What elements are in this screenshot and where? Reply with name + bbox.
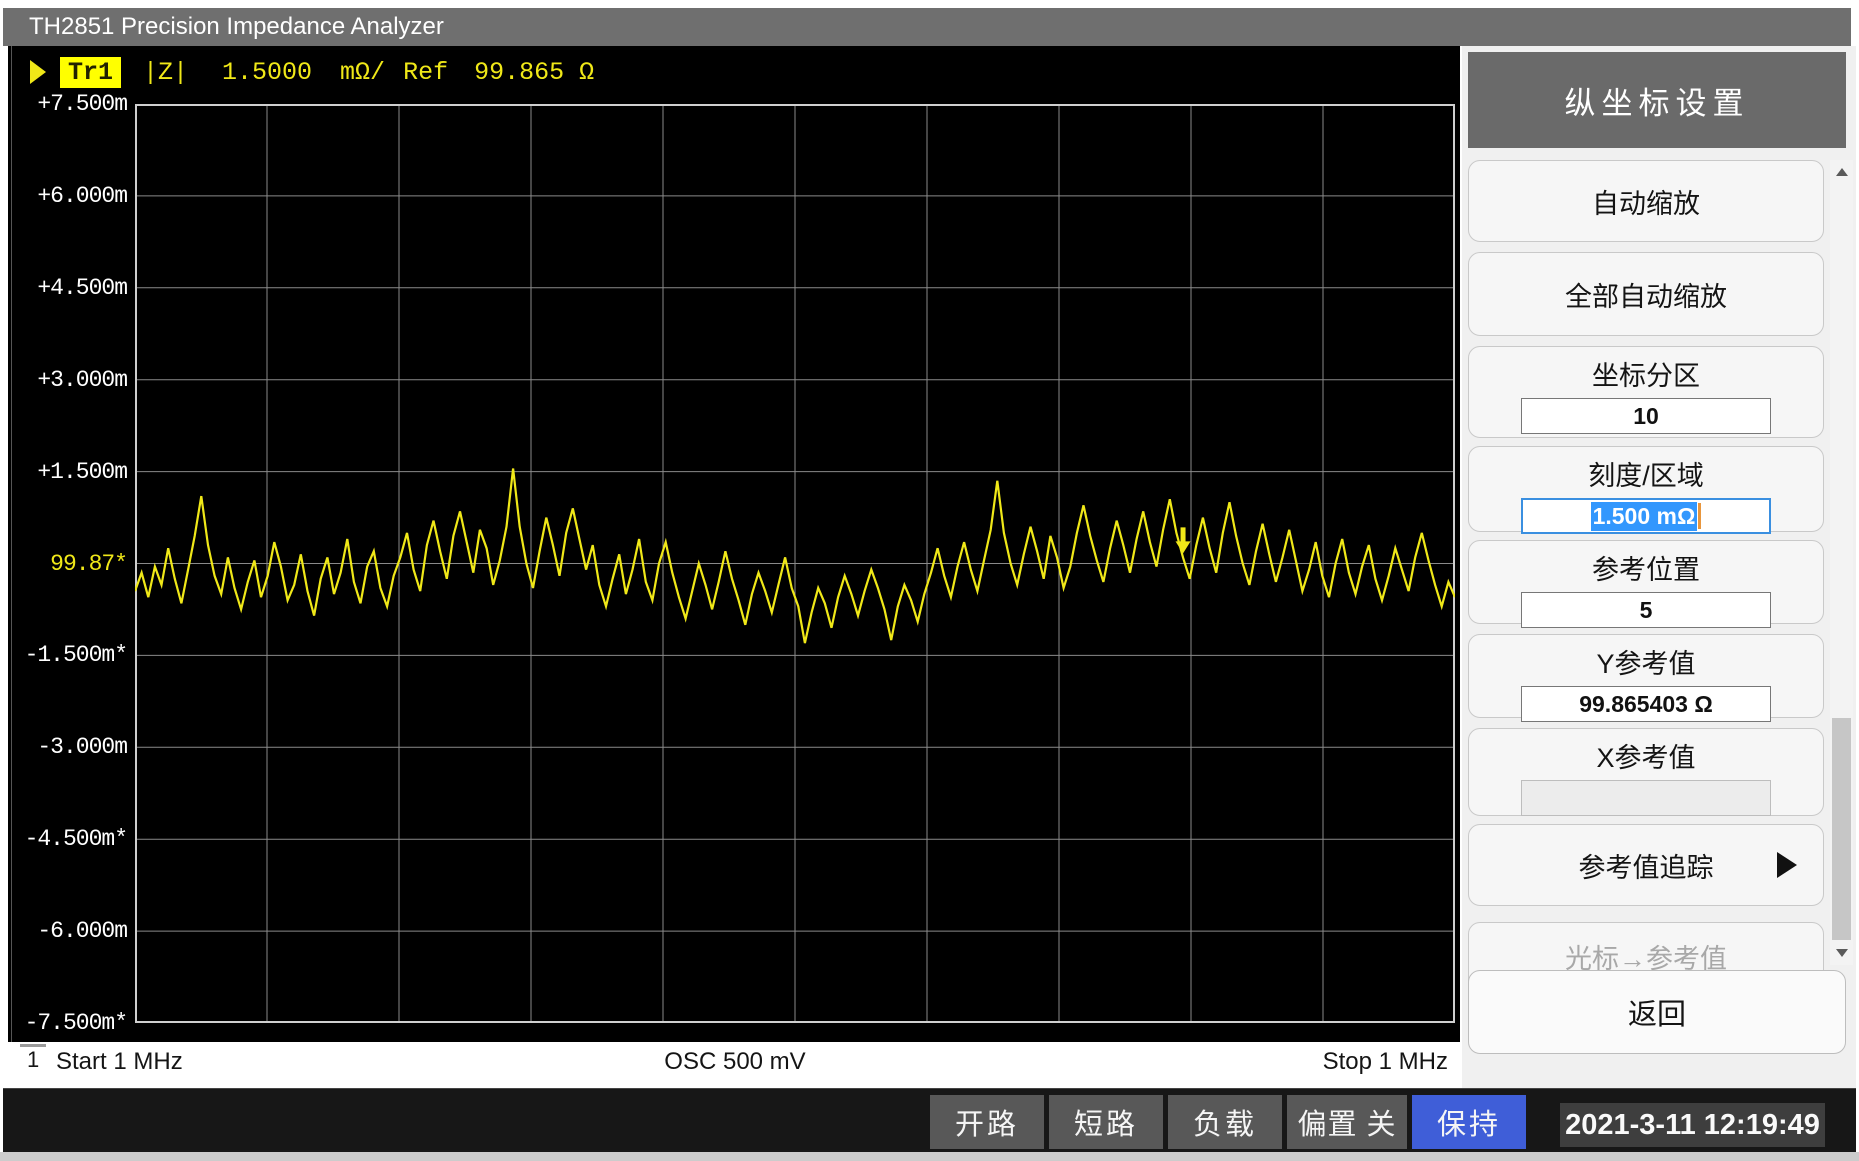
scale-per-div-section[interactable]: 刻度/区域 1.500 mΩ: [1468, 446, 1824, 532]
y-axis-label: +7.500m: [37, 91, 127, 117]
reference-position-label: 参考位置: [1469, 548, 1823, 587]
load-correction-button[interactable]: 负载: [1168, 1095, 1282, 1149]
y-reference-section[interactable]: Y参考值 99.865403 Ω: [1468, 634, 1824, 718]
divisions-input[interactable]: 10: [1521, 398, 1771, 434]
trace-scale-value: 1.5000: [222, 58, 312, 87]
y-axis-label: +3.000m: [37, 367, 127, 393]
status-softkey-bar: 开路 短路 负载 偏置 关 保持 2021-3-11 12:19:49: [3, 1088, 1856, 1152]
trace-ref-label: Ref: [403, 58, 448, 87]
plot-area: [135, 104, 1455, 1023]
window-title: TH2851 Precision Impedance Analyzer: [29, 13, 444, 41]
sweep-info-strip: 1 OSC 500 mV Start 1 MHz Stop 1 MHz: [12, 1042, 1458, 1086]
y-axis-label: -3.000m: [37, 734, 127, 760]
reference-position-section[interactable]: 参考位置 5: [1468, 540, 1824, 624]
divisions-label: 坐标分区: [1469, 354, 1823, 393]
trace-header: Tr1 |Z| 1.5000 mΩ/ Ref 99.865 Ω: [30, 54, 594, 90]
back-button[interactable]: 返回: [1468, 970, 1846, 1054]
divisions-section[interactable]: 坐标分区 10: [1468, 346, 1824, 438]
autoscale-button[interactable]: 自动缩放: [1468, 160, 1824, 242]
submenu-arrow-icon: [1777, 852, 1797, 878]
autoscale-all-button[interactable]: 全部自动缩放: [1468, 252, 1824, 336]
y-axis-label: +4.500m: [37, 275, 127, 301]
reference-tracking-button[interactable]: 参考值追踪: [1468, 824, 1824, 906]
y-axis-labels: +7.500m+6.000m+4.500m+3.000m+1.500m99.87…: [8, 104, 129, 1023]
sidebar-title: 纵坐标设置: [1468, 52, 1846, 148]
instrument-screen: TH2851 Precision Impedance Analyzer Tr1 …: [0, 0, 1859, 1161]
short-correction-button[interactable]: 短路: [1049, 1095, 1163, 1149]
scale-per-div-input[interactable]: 1.500 mΩ: [1521, 498, 1771, 534]
reference-position-input[interactable]: 5: [1521, 592, 1771, 628]
hold-button[interactable]: 保持: [1412, 1095, 1526, 1149]
window-title-bar: TH2851 Precision Impedance Analyzer: [3, 8, 1851, 46]
scale-per-div-label: 刻度/区域: [1469, 454, 1823, 493]
scrollbar-thumb[interactable]: [1832, 718, 1851, 940]
sidebar-scrollbar[interactable]: [1830, 160, 1853, 965]
y-reference-label: Y参考值: [1469, 642, 1823, 681]
y-axis-label: +6.000m: [37, 183, 127, 209]
y-reference-input[interactable]: 99.865403 Ω: [1521, 686, 1771, 722]
datetime-display: 2021-3-11 12:19:49: [1560, 1103, 1825, 1147]
y-axis-label: -6.000m: [37, 918, 127, 944]
text-caret: [1698, 503, 1701, 529]
bias-off-button[interactable]: 偏置 关: [1287, 1095, 1407, 1149]
y-axis-label: -7.500m*: [25, 1010, 127, 1036]
y-axis-label: -1.500m*: [25, 642, 127, 668]
x-reference-section[interactable]: X参考值: [1468, 728, 1824, 816]
stop-frequency-label: Stop 1 MHz: [1323, 1048, 1448, 1076]
trace-parameter: |Z|: [143, 58, 188, 87]
trace-scale-unit: mΩ/: [340, 58, 385, 87]
bottom-edge-strip: [0, 1152, 1859, 1161]
start-frequency-label: Start 1 MHz: [56, 1048, 183, 1076]
y-axis-label: +1.500m: [37, 459, 127, 485]
x-reference-label: X参考值: [1469, 736, 1823, 775]
active-trace-arrow-icon: [30, 60, 46, 84]
x-reference-input[interactable]: [1521, 780, 1771, 816]
scroll-down-icon[interactable]: [1830, 941, 1853, 965]
softkey-sidebar: 纵坐标设置 自动缩放 全部自动缩放 坐标分区 10 刻度/区域 1.500 mΩ…: [1462, 46, 1856, 1088]
y-axis-label: 99.87*: [50, 551, 127, 577]
open-correction-button[interactable]: 开路: [930, 1095, 1044, 1149]
impedance-plot: [135, 104, 1455, 1023]
y-axis-label: -4.500m*: [25, 826, 127, 852]
scroll-up-icon[interactable]: [1830, 160, 1853, 184]
trace-ref-value: 99.865 Ω: [474, 58, 594, 87]
chart-panel: Tr1 |Z| 1.5000 mΩ/ Ref 99.865 Ω +7.500m +…: [8, 46, 1460, 1042]
osc-level-label: OSC 500 mV: [12, 1048, 1458, 1076]
trace-badge[interactable]: Tr1: [60, 57, 121, 88]
